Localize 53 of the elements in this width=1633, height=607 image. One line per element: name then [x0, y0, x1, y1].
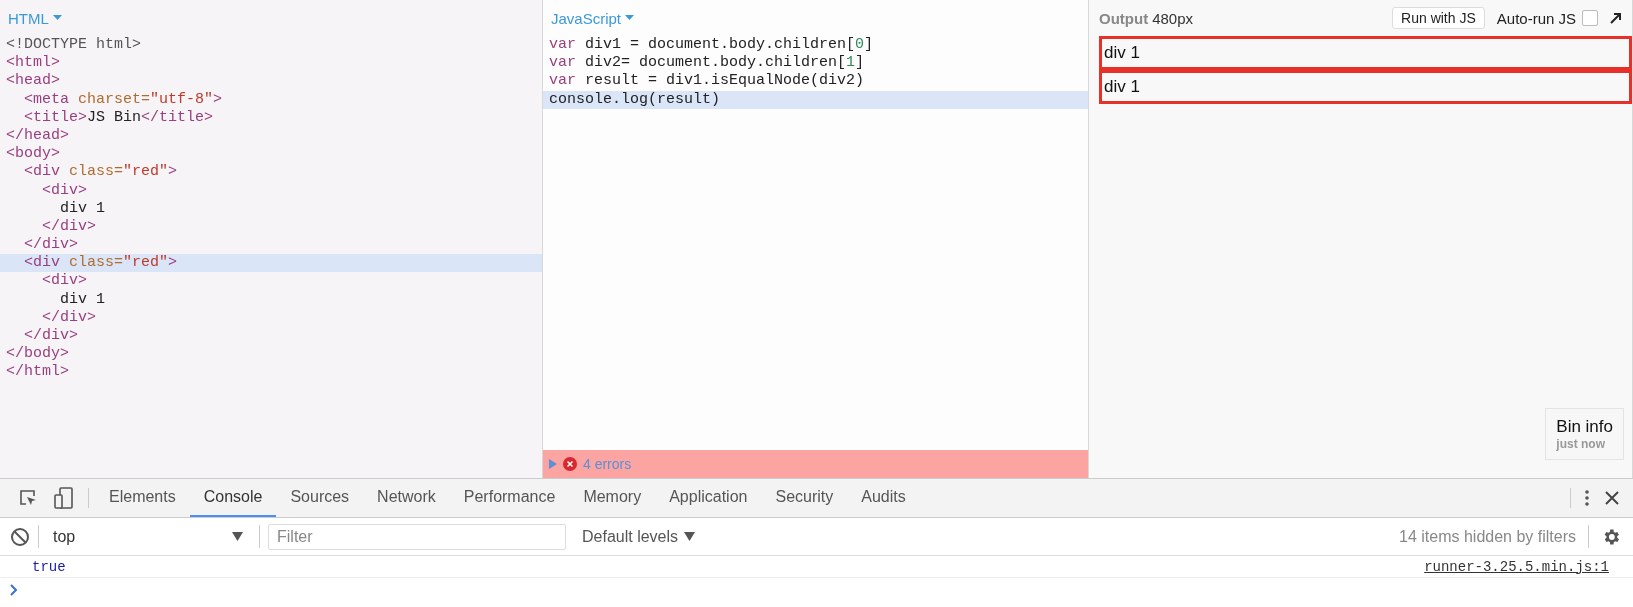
code-line: <html> — [5, 54, 61, 73]
code-line: </body> — [5, 345, 70, 364]
bin-info-title: Bin info — [1556, 417, 1613, 437]
output-label: Output — [1099, 9, 1149, 27]
code-line: <body> — [5, 145, 61, 164]
code-line: </div> — [23, 327, 79, 346]
devtools-tab[interactable]: Performance — [449, 479, 570, 517]
output-div: div 1 — [1099, 70, 1632, 104]
devtools-tab[interactable]: Network — [363, 479, 450, 517]
code-line: <meta charset="utf-8"> — [23, 90, 224, 109]
autorun-checkbox[interactable] — [1582, 10, 1598, 26]
autorun-label: Auto-run JS — [1496, 9, 1576, 27]
error-icon — [563, 457, 577, 471]
code-line: var result = div1.isEqualNode(div2) — [548, 72, 866, 91]
bin-info-time: just now — [1556, 437, 1606, 451]
code-line: <head> — [5, 72, 61, 91]
bin-info-card[interactable]: Bin info just now — [1545, 408, 1624, 460]
code-line: </div> — [41, 217, 97, 237]
code-line: var div1 = document.body.children[0] — [548, 36, 875, 55]
devtools-tab[interactable]: Audits — [847, 479, 920, 517]
hidden-items-count: 14 items hidden by filters — [1399, 527, 1576, 546]
devtools-tab[interactable]: Sources — [276, 479, 364, 517]
code-line: <div class="red"> — [23, 163, 179, 182]
devtools-tab[interactable]: Security — [761, 479, 848, 517]
context-select[interactable]: top — [47, 527, 251, 546]
devtools-tab[interactable]: Application — [655, 479, 762, 517]
pop-out-arrow-icon[interactable] — [1610, 12, 1622, 24]
code-line: div 1 — [59, 199, 107, 218]
code-line: <div> — [41, 181, 88, 200]
dropdown-arrow-icon — [684, 532, 696, 541]
caret-icon — [625, 15, 635, 21]
prompt-chevron-icon — [10, 584, 18, 596]
code-line: var div2= document.body.children[1] — [548, 54, 866, 73]
code-line: </div> — [23, 236, 79, 255]
run-button[interactable]: Run with JS — [1392, 7, 1485, 29]
source-link[interactable]: runner-3.25.5.min.js:1 — [1424, 558, 1609, 575]
filter-field[interactable]: Filter — [268, 523, 566, 550]
output-width: 480px — [1152, 9, 1194, 27]
code-line: <div> — [41, 272, 88, 291]
code-line: </div> — [41, 308, 97, 327]
output-div: div 1 — [1099, 36, 1632, 70]
dropdown-arrow-icon — [232, 532, 243, 541]
code-line: div 1 — [59, 290, 107, 309]
code-line: </html> — [5, 363, 70, 382]
devtools-tab[interactable]: Memory — [569, 479, 656, 517]
code-line: </head> — [5, 126, 70, 146]
levels-dropdown[interactable]: Default levels — [574, 527, 696, 546]
console-value: true — [32, 558, 67, 575]
devtools-tab[interactable]: Elements — [95, 479, 190, 517]
clear-console-icon[interactable] — [10, 526, 30, 547]
code-line: <title>JS Bin</title> — [23, 108, 215, 127]
caret-icon — [52, 15, 62, 21]
code-line: <!DOCTYPE html> — [5, 36, 143, 55]
